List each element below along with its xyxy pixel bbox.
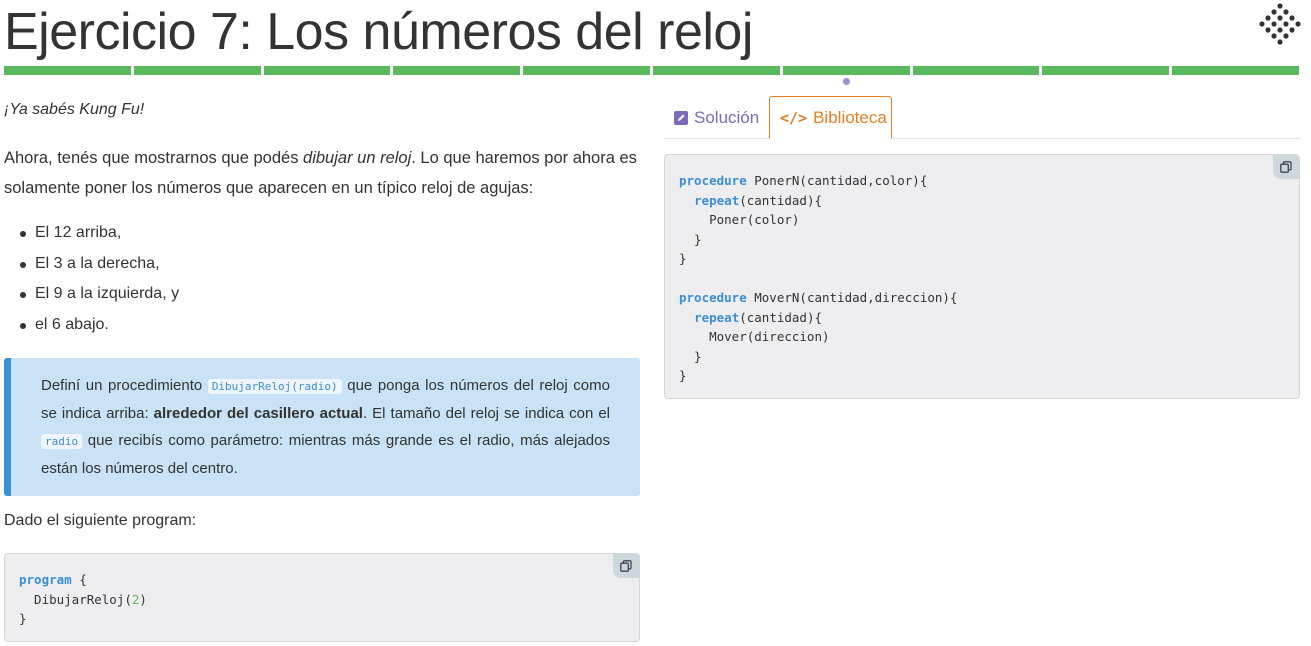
list-item: El 3 a la derecha, — [18, 249, 640, 280]
progress-step[interactable] — [523, 66, 650, 75]
code-keyword: procedure — [679, 173, 747, 188]
task-emphasis: alrededor del casillero actual — [153, 405, 363, 422]
task-text-part: . El tamaño del reloj se indica con el — [362, 405, 610, 422]
copy-button[interactable] — [613, 554, 639, 578]
intro-text: ¡Ya sabés Kung Fu! — [4, 101, 145, 118]
task-text: Definí un procedimiento DibujarReloj(rad… — [41, 372, 610, 482]
inline-code: radio — [41, 434, 83, 449]
progress-step[interactable] — [263, 66, 391, 75]
code-text: Mover(direccion) — [679, 329, 830, 344]
code-text: } — [679, 348, 702, 364]
code-icon: </> — [780, 108, 808, 127]
code-content: procedure PonerN(cantidad,color){ repeat… — [679, 171, 1285, 386]
progress-step[interactable] — [1172, 66, 1299, 75]
tab-solution[interactable]: Solución — [674, 96, 759, 139]
list-item: El 9 a la izquierda, y — [18, 279, 640, 310]
code-text: } — [19, 611, 27, 626]
statement-text: Ahora, tenés que mostrarnos que podés — [4, 149, 304, 167]
code-text: } — [679, 368, 687, 383]
progress-step-current[interactable] — [782, 66, 910, 75]
code-content: program { DibujarReloj(2) } — [19, 570, 625, 629]
code-text: Poner(color) — [679, 212, 800, 227]
statement-paragraph: Ahora, tenés que mostrarnos que podés di… — [4, 143, 640, 203]
progress-step[interactable] — [133, 66, 261, 75]
code-keyword: program — [19, 572, 72, 587]
code-text: ) — [139, 591, 147, 607]
copy-button[interactable] — [1273, 155, 1299, 179]
code-text: PonerN(cantidad,color){ — [746, 173, 928, 188]
editor-tabs: Solución </> Biblioteca — [664, 96, 1300, 139]
progress-step[interactable] — [652, 66, 780, 75]
code-text: DibujarReloj( — [19, 591, 132, 607]
progress-step[interactable] — [1042, 66, 1170, 75]
exercise-statement: ¡Ya sabés Kung Fu! Ahora, tenés que most… — [4, 98, 640, 341]
pencil-square-icon — [674, 110, 688, 125]
library-code-block: procedure PonerN(cantidad,color){ repeat… — [664, 154, 1300, 399]
program-intro-text: Dado el siguiente program: — [4, 512, 197, 529]
code-text: MoverN(cantidad,direccion){ — [746, 290, 958, 305]
progress-step[interactable] — [4, 66, 131, 75]
copy-icon — [620, 560, 632, 572]
tab-label: Solución — [694, 107, 760, 127]
code-text: } — [679, 231, 702, 247]
code-text: (cantidad){ — [739, 192, 823, 208]
task-text-part: Definí un procedimiento — [41, 377, 208, 394]
code-text: { — [71, 572, 87, 587]
code-text: (cantidad){ — [739, 309, 823, 325]
statement-emphasis: dibujar un reloj — [303, 149, 412, 167]
progress-step[interactable] — [393, 66, 521, 75]
page-title: Ejercicio 7: Los números del reloj — [4, 3, 753, 61]
current-step-indicator — [843, 78, 850, 85]
copy-icon — [1280, 161, 1292, 173]
inline-code: DibujarReloj(radio) — [207, 379, 342, 394]
tab-library[interactable]: </> Biblioteca — [769, 96, 892, 139]
task-text-part: que recibís como parámetro: mientras más… — [41, 432, 610, 477]
list-item: el 6 abajo. — [18, 310, 640, 341]
code-keyword: repeat — [694, 309, 740, 325]
code-keyword: repeat — [694, 192, 740, 208]
code-text: } — [679, 251, 687, 266]
list-item: El 12 arriba, — [18, 218, 640, 249]
task-callout: Definí un procedimiento DibujarReloj(rad… — [4, 358, 640, 496]
program-code-block: program { DibujarReloj(2) } — [4, 553, 640, 642]
exercise-progress-bar — [4, 66, 1299, 75]
code-keyword: procedure — [679, 290, 747, 305]
mumuki-logo-icon[interactable] — [1258, 2, 1302, 46]
progress-step[interactable] — [912, 66, 1040, 75]
tab-label: Biblioteca — [813, 107, 887, 127]
clock-numbers-list: El 12 arriba, El 3 a la derecha, El 9 a … — [18, 218, 640, 341]
